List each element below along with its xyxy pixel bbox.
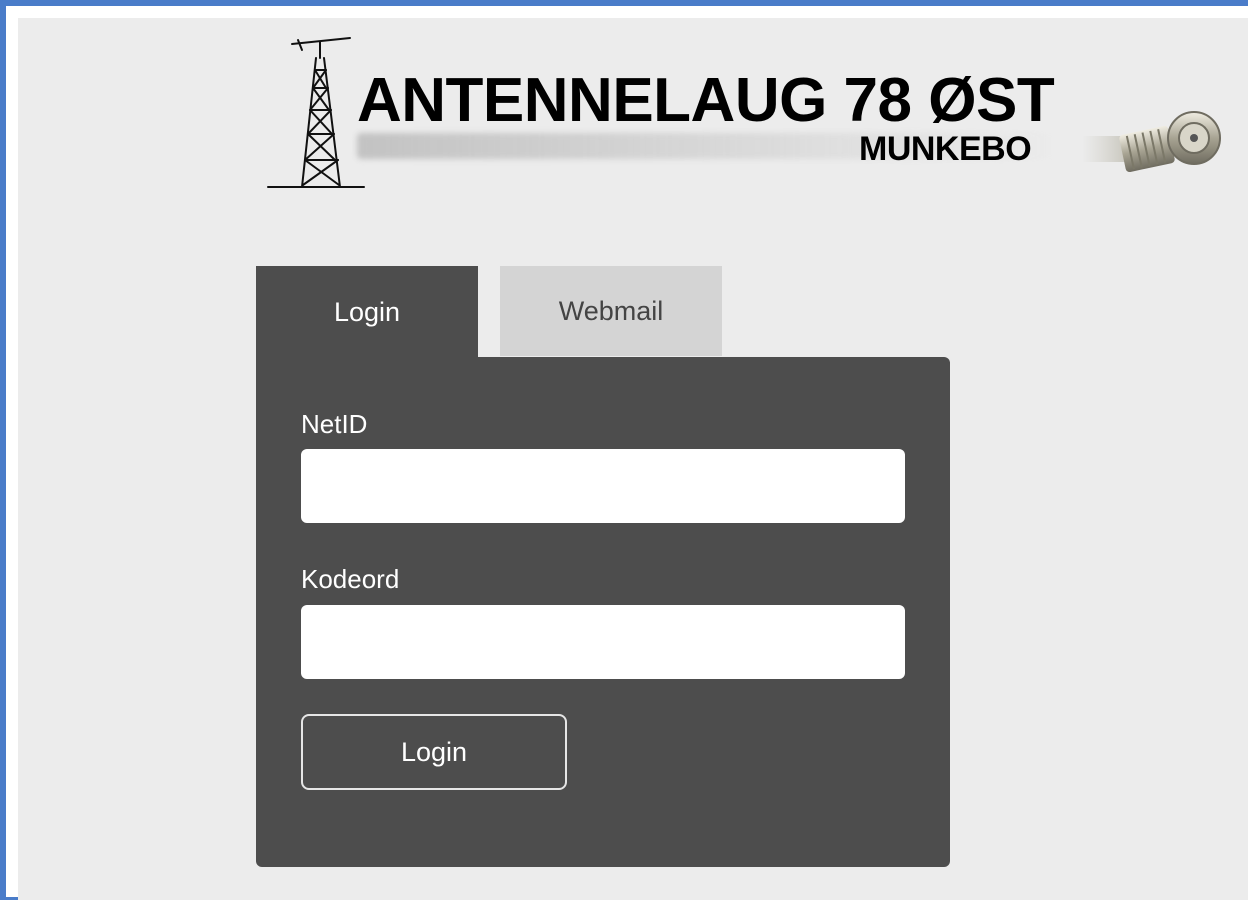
site-logo: ANTENNELAUG 78 ØST MUNKEBO xyxy=(262,30,1234,200)
login-button[interactable]: Login xyxy=(301,714,567,790)
antenna-tower-icon xyxy=(267,37,365,188)
logo-title: ANTENNELAUG 78 ØST xyxy=(357,66,1055,135)
netid-label: NetID xyxy=(301,409,368,439)
coax-connector-icon xyxy=(1082,111,1221,173)
password-field[interactable] xyxy=(301,605,905,679)
tab-webmail[interactable]: Webmail xyxy=(500,266,722,356)
login-panel: NetID Kodeord Login xyxy=(256,357,950,867)
logo-subtitle: MUNKEBO xyxy=(859,130,1032,168)
tab-login[interactable]: Login xyxy=(256,266,478,358)
netid-field[interactable] xyxy=(301,449,905,523)
password-label: Kodeord xyxy=(301,564,400,594)
